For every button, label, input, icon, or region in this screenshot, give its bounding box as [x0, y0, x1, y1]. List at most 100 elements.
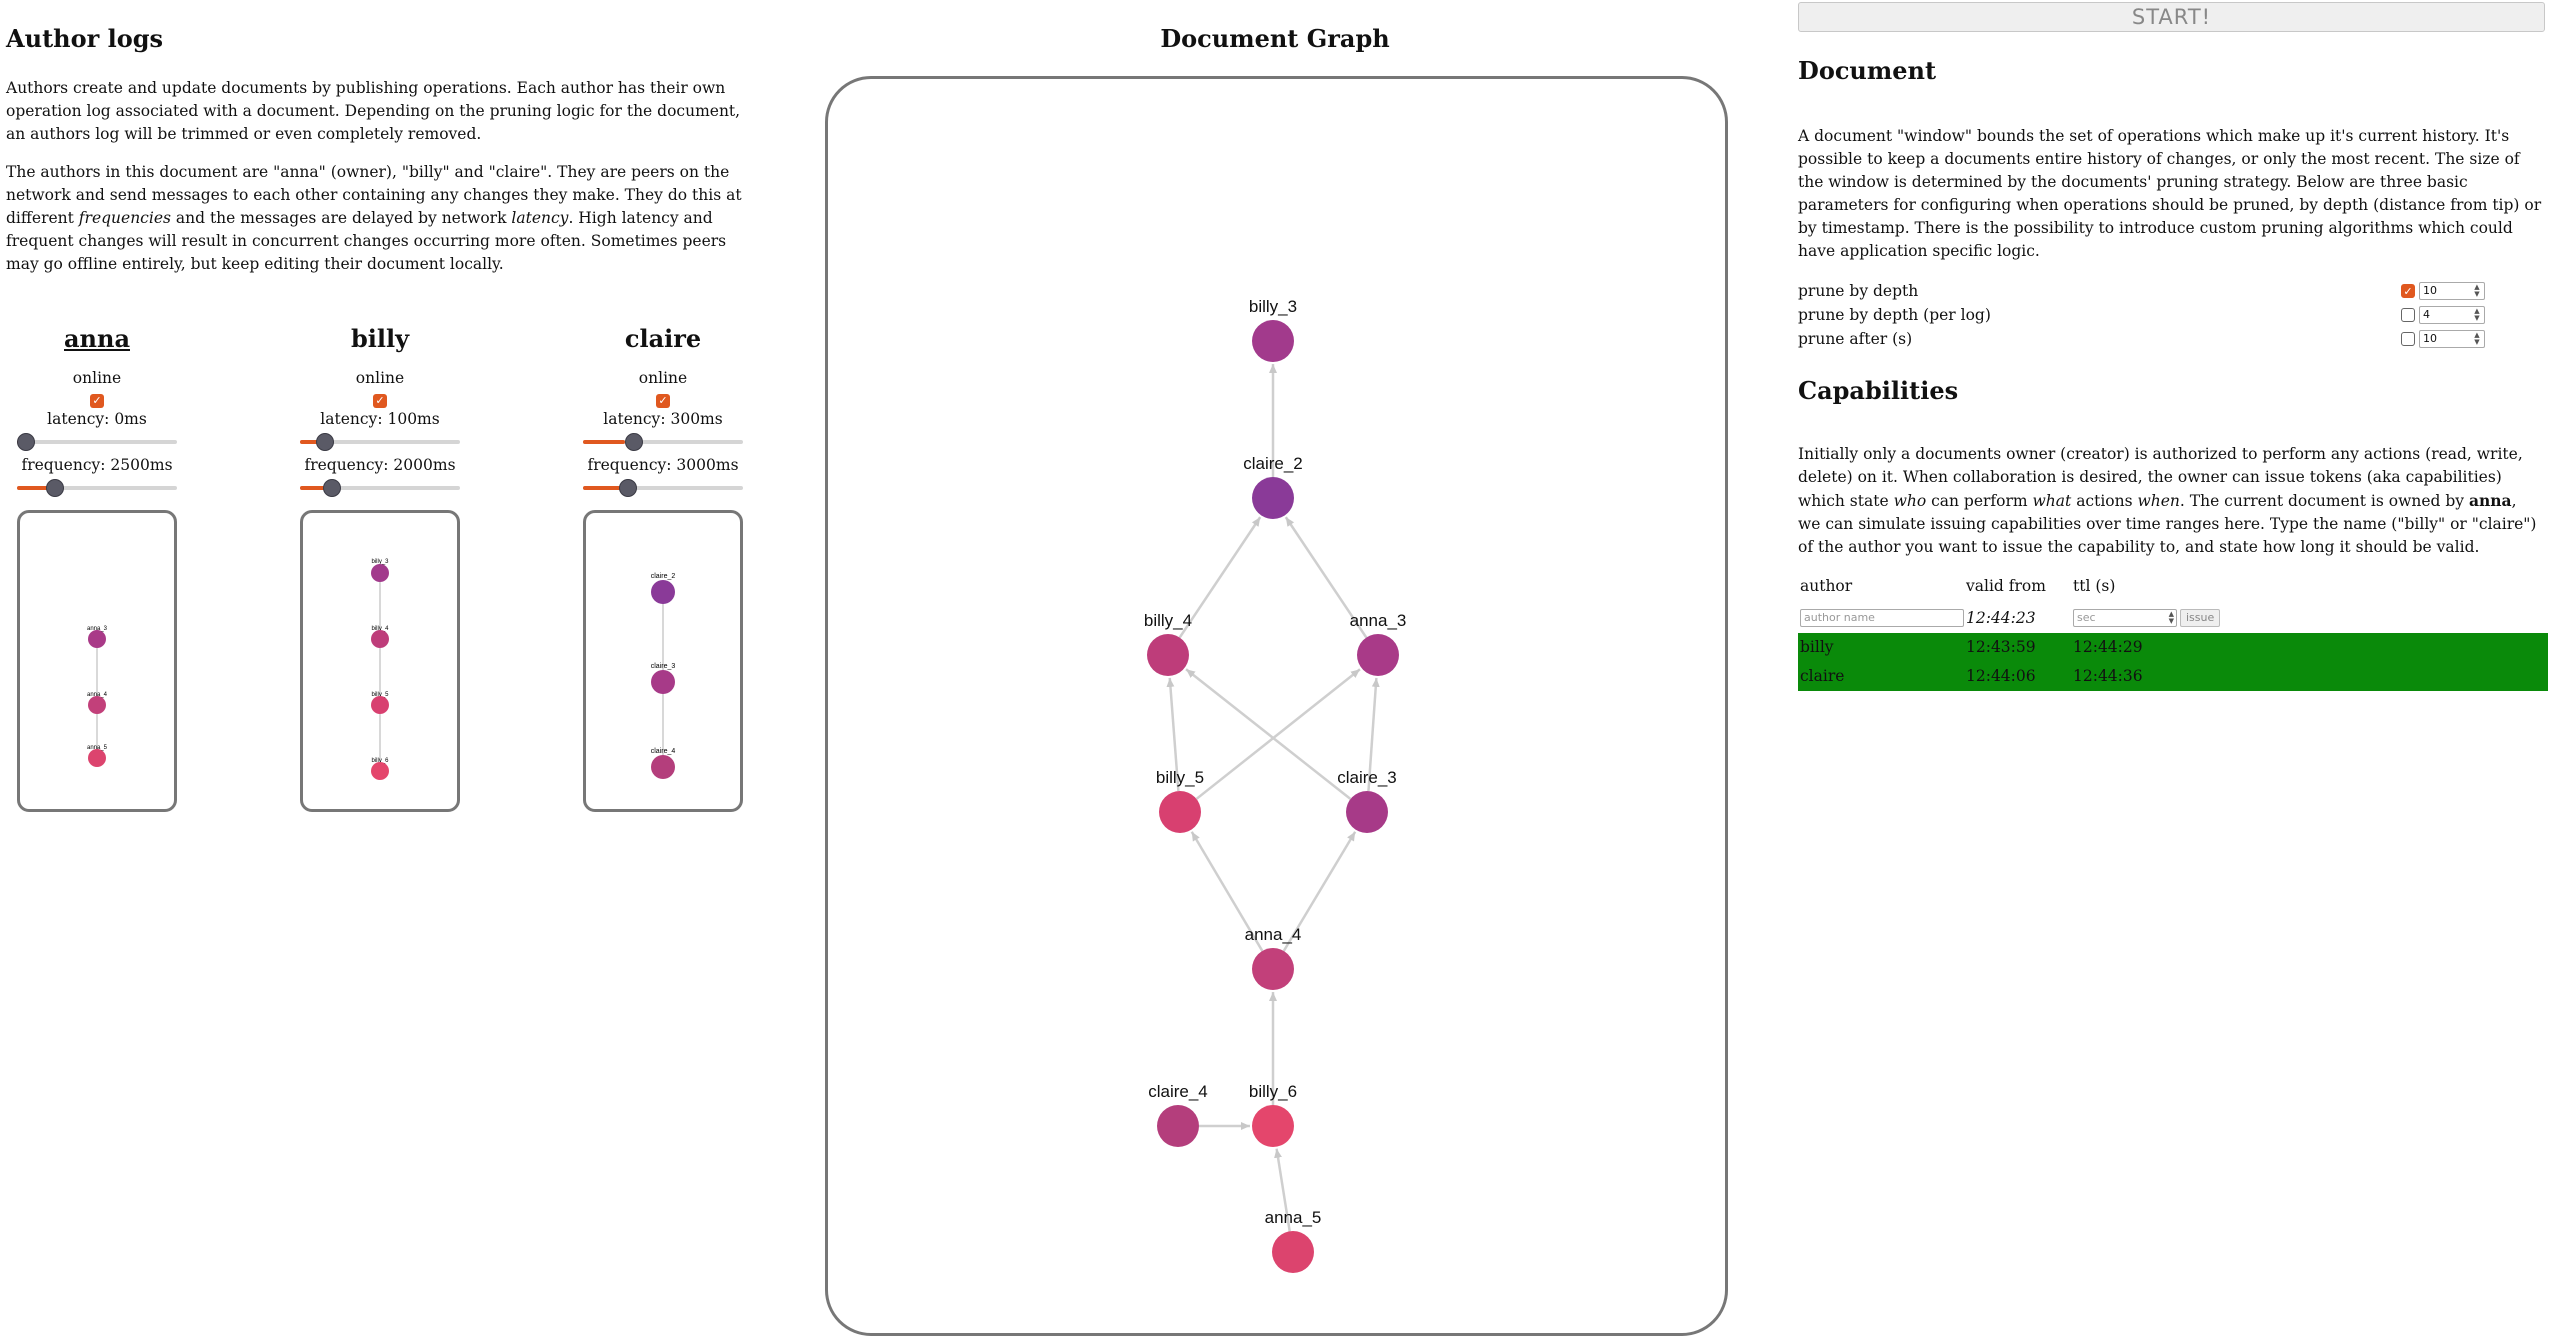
graph-node-anna_3[interactable]	[1357, 634, 1399, 676]
graph-node-claire_3[interactable]	[1346, 791, 1388, 833]
capability-row: claire 12:44:06 12:44:36	[1798, 662, 2548, 691]
graph-node-label-claire_2: claire_2	[1243, 454, 1303, 473]
issue-button[interactable]: issue	[2180, 609, 2221, 627]
author-panel-claire: claire online ✓ latency: 300ms frequency…	[582, 320, 744, 812]
latency-slider[interactable]	[583, 430, 743, 454]
graph-node-label-claire_4: claire_4	[1148, 1082, 1208, 1101]
log-node	[88, 749, 106, 767]
graph-node-billy_6[interactable]	[1252, 1105, 1294, 1147]
document-description: A document "window" bounds the set of op…	[1798, 127, 2542, 260]
document-title: Document	[1798, 56, 1937, 85]
capability-ttl: 12:44:36	[2073, 667, 2143, 685]
prune-by-depth-per-log-row: prune by depth (per log) 4 ▲ ▼	[1798, 303, 2543, 327]
graph-edge-billy_5-to-anna_3	[1195, 668, 1361, 800]
author-logs-description: The authors in this document are "anna" …	[6, 163, 742, 273]
author-log-box: anna_3 anna_4 anna_5	[17, 510, 177, 812]
spinner-icon[interactable]: ▲ ▼	[2472, 332, 2482, 346]
prune-by-depth-row: prune by depth ✓ 10 ▲ ▼	[1798, 279, 2543, 303]
ttl-input[interactable]: sec ▲ ▼	[2073, 609, 2177, 627]
frequency-slider-thumb[interactable]	[619, 479, 637, 497]
online-checkbox[interactable]: ✓	[373, 393, 387, 408]
graph-node-billy_4[interactable]	[1147, 634, 1189, 676]
prune-after-row: prune after (s) 10 ▲ ▼	[1798, 327, 2543, 351]
column-header-ttl: ttl (s)	[2073, 577, 2116, 595]
graph-node-anna_5[interactable]	[1272, 1231, 1314, 1273]
latency-label: latency: 100ms	[320, 410, 440, 428]
online-checkbox[interactable]: ✓	[656, 393, 670, 408]
capability-author: billy	[1800, 638, 1834, 656]
column-header-valid-from: valid from	[1966, 577, 2046, 595]
latency-slider[interactable]	[300, 430, 460, 454]
capability-ttl: 12:44:29	[2073, 638, 2143, 656]
prune-after-checkbox[interactable]	[2401, 332, 2415, 346]
author-logs-panel: Author logs Authors create and update do…	[6, 0, 756, 1343]
latency-label: latency: 0ms	[47, 410, 147, 428]
prune-label: prune by depth (per log)	[1798, 306, 1991, 324]
prune-by-depth-per-log-input[interactable]: 4 ▲ ▼	[2419, 306, 2485, 324]
graph-nodes: billy_3claire_2billy_4 anna_3billy_5 clair…	[1144, 297, 1406, 1273]
author-name[interactable]: claire	[582, 320, 744, 358]
graph-node-label-anna_3: anna_3	[1350, 611, 1407, 630]
frequency-slider[interactable]	[583, 476, 743, 500]
log-node	[651, 755, 675, 779]
online-checkbox[interactable]: ✓	[90, 393, 104, 408]
log-node	[371, 564, 389, 582]
spinner-icon[interactable]: ▲ ▼	[2472, 308, 2482, 322]
document-graph: billy_3claire_2billy_4 anna_3billy_5 clair…	[1144, 297, 1406, 1273]
graph-node-billy_3[interactable]	[1252, 320, 1294, 362]
log-node-label: claire_3	[651, 663, 676, 670]
author-name[interactable]: anna	[16, 320, 178, 358]
prune-label: prune after (s)	[1798, 330, 1913, 348]
log-node	[88, 630, 106, 648]
capability-valid-from: 12:43:59	[1966, 638, 2036, 656]
graph-node-label-billy_6: billy_6	[1249, 1082, 1297, 1101]
frequency-label: frequency: 2000ms	[304, 456, 456, 474]
graph-node-anna_4[interactable]	[1252, 948, 1294, 990]
latency-slider-thumb[interactable]	[17, 433, 35, 451]
author-log-box: billy_3 billy_4 billy_5 billy_6	[300, 510, 460, 812]
spinner-icon[interactable]: ▲ ▼	[2169, 611, 2174, 625]
capability-row: billy 12:43:59 12:44:29	[1798, 633, 2548, 662]
capabilities-title: Capabilities	[1798, 376, 1959, 405]
author-logs-intro: Authors create and update documents by p…	[6, 79, 741, 143]
author-name[interactable]: billy	[299, 320, 461, 358]
author-log-box: claire_2 claire_3 claire_4	[583, 510, 743, 812]
graph-node-claire_4[interactable]	[1157, 1105, 1199, 1147]
author-logs-title: Author logs	[6, 24, 164, 53]
author-panel-billy: billy online ✓ latency: 100ms frequency:…	[299, 320, 461, 812]
prune-by-depth-per-log-checkbox[interactable]	[2401, 308, 2415, 322]
latency-slider-thumb[interactable]	[625, 433, 643, 451]
latency-label: latency: 300ms	[603, 410, 723, 428]
frequency-label: frequency: 2500ms	[21, 456, 173, 474]
start-button[interactable]: START!	[1798, 2, 2545, 32]
issue-capability-row: author name 12:44:23 sec ▲ ▼ issue	[1798, 607, 2548, 629]
online-label: online	[72, 369, 122, 387]
frequency-slider-thumb[interactable]	[46, 479, 64, 497]
capabilities-description: Initially only a documents owner (creato…	[1798, 445, 2537, 556]
online-label: online	[355, 369, 405, 387]
author-log-graph: claire_2 claire_3 claire_4	[651, 573, 676, 779]
author-log-graph: anna_3 anna_4 anna_5	[87, 626, 108, 767]
graph-node-label-billy_3: billy_3	[1249, 297, 1297, 316]
author-panel-anna: anna online ✓ latency: 0ms frequency: 25…	[16, 320, 178, 812]
column-header-author: author	[1800, 577, 1853, 595]
prune-after-input[interactable]: 10 ▲ ▼	[2419, 330, 2485, 348]
frequency-slider[interactable]	[17, 476, 177, 500]
log-node-label: claire_2	[651, 573, 676, 580]
online-label: online	[638, 369, 688, 387]
author-name-input[interactable]: author name	[1800, 609, 1964, 627]
graph-node-claire_2[interactable]	[1252, 477, 1294, 519]
prune-by-depth-input[interactable]: 10 ▲ ▼	[2419, 282, 2485, 300]
capability-author: claire	[1800, 667, 1845, 685]
document-graph-title: Document Graph	[1160, 24, 1390, 53]
graph-node-billy_5[interactable]	[1159, 791, 1201, 833]
latency-slider-thumb[interactable]	[316, 433, 334, 451]
prune-label: prune by depth	[1798, 282, 1919, 300]
latency-slider[interactable]	[17, 430, 177, 454]
graph-node-label-billy_5: billy_5	[1156, 768, 1204, 787]
frequency-slider[interactable]	[300, 476, 460, 500]
frequency-slider-thumb[interactable]	[323, 479, 341, 497]
current-time: 12:44:23	[1966, 609, 2036, 627]
prune-by-depth-checkbox[interactable]: ✓	[2401, 284, 2415, 298]
spinner-icon[interactable]: ▲ ▼	[2472, 284, 2482, 298]
